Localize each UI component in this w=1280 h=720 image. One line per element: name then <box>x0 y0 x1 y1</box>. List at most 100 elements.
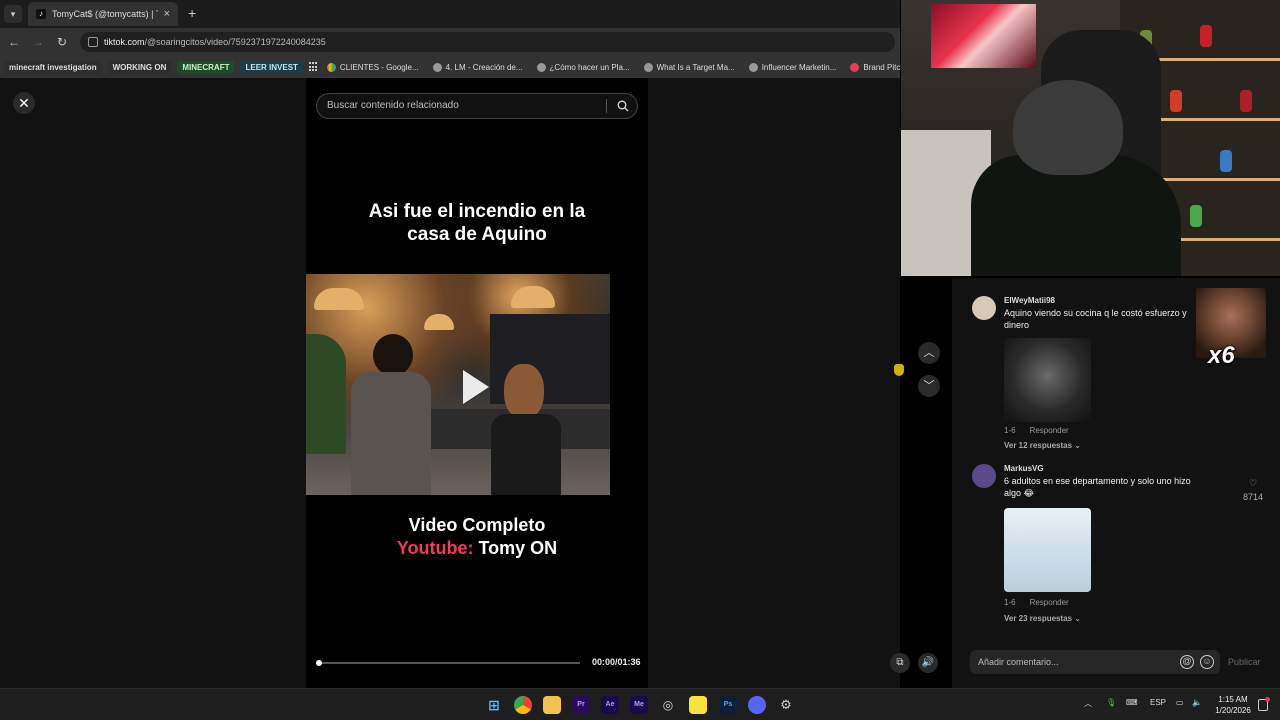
comment-username[interactable]: ElWeyMatii98 <box>1004 296 1055 305</box>
photoshop-icon[interactable]: Ps <box>719 696 737 714</box>
browser-tab-bar: ▾ ♪ TomyCat$ (@tomycatts) | TikTok × + <box>0 0 900 28</box>
add-comment-input[interactable]: Añadir comentario... @ ☺ <box>970 650 1220 674</box>
apps-grid-icon[interactable] <box>308 62 317 72</box>
caption-line2: Youtube: Tomy ON <box>306 537 648 560</box>
globe-icon <box>432 62 442 72</box>
clock-date: 1/20/2026 <box>1215 706 1251 715</box>
mic-icon[interactable]: 🎙 <box>1106 698 1116 707</box>
chrome-icon[interactable] <box>514 696 532 714</box>
avatar[interactable] <box>972 464 996 488</box>
like-button[interactable]: ♡ <box>1242 478 1264 489</box>
bookmarks-bar: minecraft investigation WORKING ON MINEC… <box>0 56 919 78</box>
youtube-label: Youtube: <box>396 538 474 558</box>
url-path: /@soaringcitos/video/7592371972240084235 <box>144 37 326 47</box>
site-info-icon[interactable] <box>88 37 98 47</box>
volume-icon[interactable]: 🔊 <box>918 653 938 673</box>
bookmark-minecraft[interactable]: MINECRAFT <box>177 60 235 74</box>
avatar[interactable] <box>972 296 996 320</box>
replies-label: Ver 23 respuestas <box>1004 614 1073 623</box>
captions-button[interactable]: ⧉ <box>890 653 910 673</box>
forward-arrow-icon[interactable]: → <box>30 34 46 50</box>
previous-video-button[interactable]: ︿ <box>918 342 940 364</box>
url-field[interactable]: tiktok.com/@soaringcitos/video/759237197… <box>80 32 895 52</box>
google-drive-icon <box>326 62 336 72</box>
streamer-webcam <box>901 0 1280 276</box>
after-effects-icon[interactable]: Ae <box>601 696 619 714</box>
replies-label: Ver 12 respuestas <box>1004 441 1073 450</box>
search-placeholder: Buscar contenido relacionado <box>327 100 459 111</box>
comment-image[interactable] <box>1004 338 1091 422</box>
emoji-icon[interactable]: ☺ <box>1200 655 1214 669</box>
tiktok-video-viewer: ✕ Buscar contenido relacionado Asi fue e… <box>0 78 900 688</box>
compose-placeholder: Añadir comentario... <box>978 657 1059 667</box>
bookmark-target-market[interactable]: What Is a Target Ma... <box>640 62 739 73</box>
network-icon[interactable]: ▭ <box>1176 698 1184 707</box>
comment-meta: 1-6 Responder <box>1004 598 1083 607</box>
back-arrow-icon[interactable]: ← <box>6 34 22 50</box>
address-bar-row: ← → ↻ tiktok.com/@soaringcitos/video/759… <box>0 28 900 56</box>
plant <box>306 334 346 454</box>
view-replies-button[interactable]: Ver 12 respuestas ⌄ <box>1004 441 1081 450</box>
discord-icon[interactable] <box>748 696 766 714</box>
bookmark-influencer[interactable]: Influencer Marketin... <box>745 62 841 73</box>
publish-button[interactable]: Publicar <box>1228 657 1261 667</box>
url-host: tiktok.com <box>104 37 145 47</box>
video-frame[interactable] <box>306 274 610 495</box>
language-indicator[interactable]: ESP <box>1150 698 1166 707</box>
reload-icon[interactable]: ↻ <box>54 34 70 50</box>
view-replies-button[interactable]: Ver 23 respuestas ⌄ <box>1004 614 1081 623</box>
video-progress-bar[interactable] <box>316 660 580 666</box>
streamer <box>961 35 1181 276</box>
bookmark-minecraft-investigation[interactable]: minecraft investigation <box>4 60 102 74</box>
obs-icon[interactable]: ◎ <box>659 696 677 714</box>
file-explorer-icon[interactable] <box>543 696 561 714</box>
volume-tray-icon[interactable]: 🔈 <box>1192 698 1202 707</box>
bookmark-label: Influencer Marketin... <box>761 62 837 72</box>
bookmark-working-on[interactable]: WORKING ON <box>107 60 172 74</box>
globe-icon <box>643 62 653 72</box>
lamp <box>314 288 364 310</box>
windows-taskbar: ⊞ Pr Ae Me ◎ Ps ⚙ ︿ 🎙 ⌨ ESP ▭ 🔈 1:15 AM … <box>0 688 1280 720</box>
video-panel[interactable]: Buscar contenido relacionado Asi fue el … <box>306 78 648 688</box>
keyboard-icon[interactable]: ⌨ <box>1126 698 1138 707</box>
lamp <box>511 286 555 308</box>
progress-knob[interactable] <box>316 660 322 666</box>
brand-icon <box>850 62 860 72</box>
mention-icon[interactable]: @ <box>1180 655 1194 669</box>
next-video-button[interactable]: ﹀ <box>918 375 940 397</box>
comment-meta: 1-6 Responder <box>1004 426 1083 435</box>
sticky-notes-icon[interactable] <box>689 696 707 714</box>
comment-image[interactable] <box>1004 508 1091 592</box>
tab-close-icon[interactable]: × <box>164 8 170 20</box>
bookmark-clientes[interactable]: CLIENTES - Google... <box>323 62 423 73</box>
related-search-input[interactable]: Buscar contenido relacionado <box>316 93 638 119</box>
comment-username[interactable]: MarkusVG <box>1004 464 1044 473</box>
new-tab-button[interactable]: + <box>188 5 196 21</box>
comment-text: Aquino viendo su cocina q le costó esfue… <box>1004 308 1187 330</box>
tray-chevron-icon[interactable]: ︿ <box>1084 698 1092 709</box>
premiere-icon[interactable]: Pr <box>572 696 590 714</box>
globe-icon <box>748 62 758 72</box>
bookmark-lm-creacion[interactable]: 4. LM - Creación de... <box>429 62 527 73</box>
close-video-button[interactable]: ✕ <box>13 92 35 114</box>
media-encoder-icon[interactable]: Me <box>630 696 648 714</box>
person-left <box>351 334 431 495</box>
person-right <box>486 364 566 495</box>
search-icon[interactable] <box>617 100 629 112</box>
windows-start-icon[interactable]: ⊞ <box>485 696 503 714</box>
reply-button[interactable]: Responder <box>1030 598 1069 607</box>
tab-list-button[interactable]: ▾ <box>4 5 22 23</box>
bookmark-label: What Is a Target Ma... <box>656 62 735 72</box>
reply-button[interactable]: Responder <box>1030 426 1069 435</box>
bookmark-label: CLIENTES - Google... <box>339 62 419 72</box>
bookmark-como-hacer[interactable]: ¿Cómo hacer un Pla... <box>533 62 634 73</box>
video-caption-top: Asi fue el incendio en la casa de Aquino <box>368 201 586 245</box>
video-caption-bottom: Video Completo Youtube: Tomy ON <box>306 514 648 560</box>
settings-gear-icon[interactable]: ⚙ <box>777 696 795 714</box>
browser-tab-active[interactable]: ♪ TomyCat$ (@tomycatts) | TikTok × <box>28 2 178 26</box>
notification-bell-icon[interactable] <box>1258 697 1270 711</box>
play-icon[interactable] <box>463 370 489 404</box>
bookmark-leer-invest[interactable]: LEER INVEST <box>240 60 303 74</box>
hand-cursor-icon <box>894 364 904 376</box>
system-clock[interactable]: 1:15 AM 1/20/2026 <box>1210 694 1256 716</box>
